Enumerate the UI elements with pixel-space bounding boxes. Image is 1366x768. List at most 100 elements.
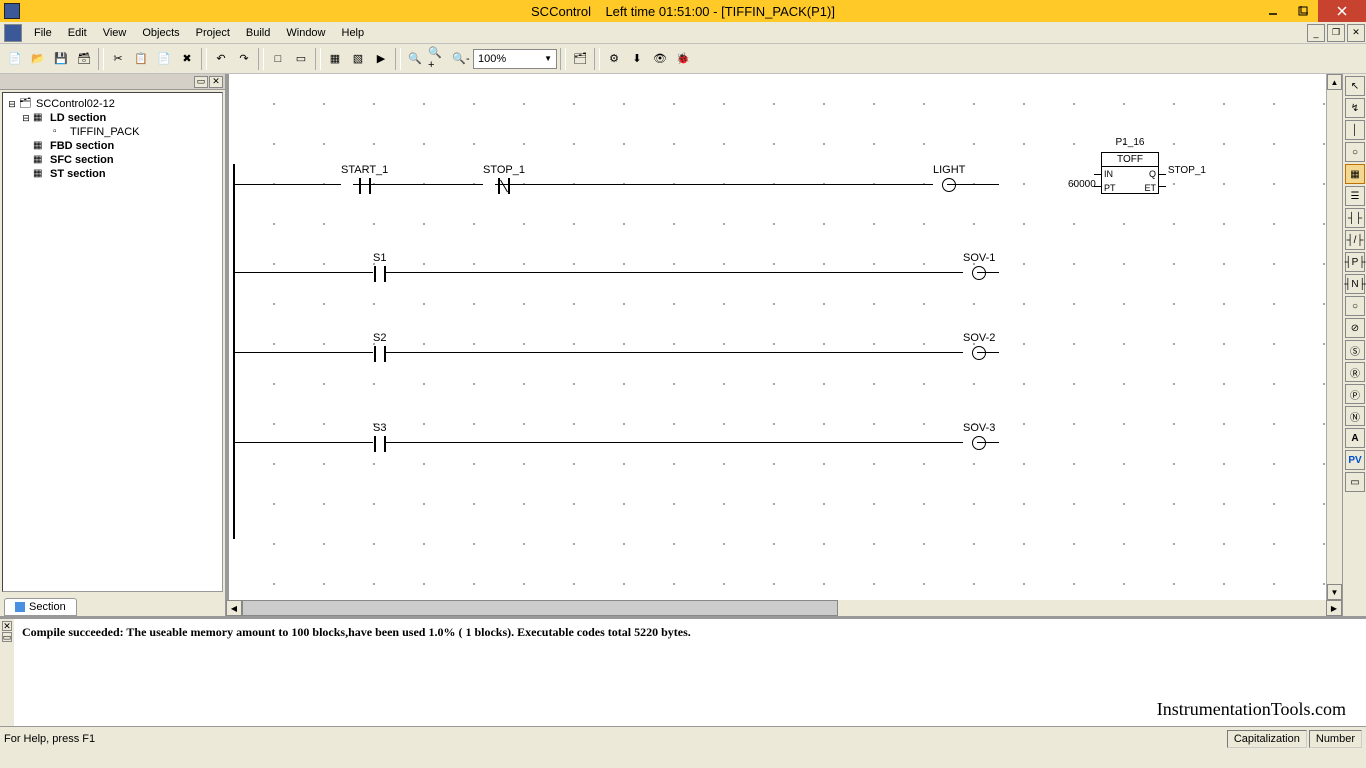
- contact-start-1[interactable]: START_1: [341, 164, 388, 194]
- ladder-diagram: START_1 STOP_1 LIGHT: [229, 74, 1319, 594]
- titlebar[interactable]: SCControl Left time 01:51:00 - [TIFFIN_P…: [0, 0, 1366, 22]
- coil-sov-3[interactable]: SOV-3: [963, 422, 995, 450]
- ladder-canvas[interactable]: START_1 STOP_1 LIGHT: [226, 74, 1326, 600]
- copy-button[interactable]: 📋: [130, 48, 152, 70]
- zone-button[interactable]: ▧: [347, 48, 369, 70]
- coil-sov-2[interactable]: SOV-2: [963, 332, 995, 360]
- menu-edit[interactable]: Edit: [60, 25, 95, 41]
- undo-button[interactable]: ↶: [210, 48, 232, 70]
- tree-ld-section[interactable]: ⊟▦LD section: [21, 111, 218, 125]
- run-button[interactable]: ▶: [370, 48, 392, 70]
- tool-box[interactable]: ▭: [1345, 472, 1365, 492]
- tool-contact-p[interactable]: ┤P├: [1345, 252, 1365, 272]
- saveall-button[interactable]: 🗃: [73, 48, 95, 70]
- menu-help[interactable]: Help: [334, 25, 373, 41]
- menu-view[interactable]: View: [95, 25, 135, 41]
- debug-button[interactable]: 🐞: [672, 48, 694, 70]
- tool-coil-p[interactable]: Ⓟ: [1345, 384, 1365, 404]
- title-text: SCControl Left time 01:51:00 - [TIFFIN_P…: [531, 4, 835, 19]
- statusbar: For Help, press F1 Capitalization Number: [0, 726, 1366, 750]
- output-pin-icon[interactable]: ▭: [2, 632, 12, 642]
- delete-button[interactable]: ✖: [176, 48, 198, 70]
- tool-coil-r[interactable]: ⊘: [1345, 318, 1365, 338]
- doc-icon: [4, 24, 22, 42]
- tool-coil-n[interactable]: Ⓝ: [1345, 406, 1365, 426]
- zoom-out-button[interactable]: 🔍-: [450, 48, 472, 70]
- rung-4-line: [234, 442, 373, 443]
- tool-text[interactable]: A: [1345, 428, 1365, 448]
- mdi-minimize-button[interactable]: _: [1307, 24, 1325, 42]
- contact-s3[interactable]: S3: [373, 422, 386, 452]
- build-button[interactable]: ⚙: [603, 48, 625, 70]
- cut-button[interactable]: ✂: [107, 48, 129, 70]
- download-button[interactable]: ⬇: [626, 48, 648, 70]
- output-close-icon[interactable]: ✕: [2, 621, 12, 631]
- tool-contact-no[interactable]: ┤├: [1345, 208, 1365, 228]
- coil-light[interactable]: LIGHT: [933, 164, 965, 192]
- tree-tab-section[interactable]: Section: [4, 598, 77, 616]
- tool-coil-o[interactable]: ○: [1345, 296, 1365, 316]
- minimize-button[interactable]: [1258, 0, 1288, 22]
- menubar: File Edit View Objects Project Build Win…: [0, 22, 1366, 44]
- rung-1-line-b: [353, 184, 483, 185]
- tree-close-icon[interactable]: ✕: [209, 76, 223, 88]
- coil-sov-1[interactable]: SOV-1: [963, 252, 995, 280]
- mdi-close-button[interactable]: ✕: [1347, 24, 1365, 42]
- tool-block[interactable]: ▦: [1345, 164, 1365, 184]
- contact-s2[interactable]: S2: [373, 332, 386, 362]
- tool-coil-s[interactable]: Ⓢ: [1345, 340, 1365, 360]
- save-button[interactable]: 💾: [50, 48, 72, 70]
- tree-st-section[interactable]: ▦ST section: [21, 167, 218, 181]
- tree-fbd-section[interactable]: ▦FBD section: [21, 139, 218, 153]
- func-b-button[interactable]: ▭: [290, 48, 312, 70]
- paste-button[interactable]: 📄: [153, 48, 175, 70]
- tree-root[interactable]: ⊟🗂SCControl02-12: [7, 97, 218, 111]
- new-button[interactable]: 📄: [4, 48, 26, 70]
- find-button[interactable]: 🔍: [404, 48, 426, 70]
- tree-pin-icon[interactable]: ▭: [194, 76, 208, 88]
- tree-sfc-section[interactable]: ▦SFC section: [21, 153, 218, 167]
- project-tree: ▭ ✕ ⊟🗂SCControl02-12 ⊟▦LD section ▫TIFFI…: [0, 74, 226, 616]
- mdi-restore-button[interactable]: ❐: [1327, 24, 1345, 42]
- watermark: InstrumentationTools.com: [1157, 699, 1346, 720]
- monitor-button[interactable]: 👁: [649, 48, 671, 70]
- tool-contact-n[interactable]: ┤N├: [1345, 274, 1365, 294]
- grid-button[interactable]: ▦: [324, 48, 346, 70]
- menu-project[interactable]: Project: [188, 25, 238, 41]
- menu-file[interactable]: File: [26, 25, 60, 41]
- zoom-dropdown[interactable]: 100%: [473, 49, 557, 69]
- canvas-hscroll[interactable]: ◀ ▶: [226, 600, 1342, 616]
- status-cap: Capitalization: [1227, 730, 1307, 748]
- output-gutter: ✕▭: [0, 619, 14, 726]
- func-a-button[interactable]: □: [267, 48, 289, 70]
- tree-tiffin-pack[interactable]: ▫TIFFIN_PACK: [41, 125, 218, 139]
- fblock-q-value: STOP_1: [1168, 165, 1206, 176]
- tool-contact-nc[interactable]: ┤/├: [1345, 230, 1365, 250]
- menu-build[interactable]: Build: [238, 25, 278, 41]
- contact-stop-1[interactable]: STOP_1: [483, 164, 525, 194]
- tool-select[interactable]: ↖: [1345, 76, 1365, 96]
- scroll-down-button[interactable]: ▼: [1327, 584, 1342, 600]
- redo-button[interactable]: ↷: [233, 48, 255, 70]
- tool-wire[interactable]: ↯: [1345, 98, 1365, 118]
- menu-objects[interactable]: Objects: [134, 25, 187, 41]
- tool-coil-rs[interactable]: Ⓡ: [1345, 362, 1365, 382]
- open-button[interactable]: 📂: [27, 48, 49, 70]
- zoom-in-button[interactable]: 🔍+: [427, 48, 449, 70]
- scroll-up-button[interactable]: ▲: [1327, 74, 1342, 90]
- scroll-right-button[interactable]: ▶: [1326, 600, 1342, 616]
- tool-branch[interactable]: ☰: [1345, 186, 1365, 206]
- contact-s1[interactable]: S1: [373, 252, 386, 282]
- tool-pv[interactable]: PV: [1345, 450, 1365, 470]
- scroll-left-button[interactable]: ◀: [226, 600, 242, 616]
- tool-vertical[interactable]: │: [1345, 120, 1365, 140]
- menu-window[interactable]: Window: [278, 25, 333, 41]
- function-block-toff[interactable]: P1_16 TOFF INQ PTET 60000 STOP_1: [1101, 152, 1159, 194]
- tool-coil[interactable]: ○: [1345, 142, 1365, 162]
- canvas-vscroll[interactable]: ▲ ▼: [1326, 74, 1342, 600]
- rung-1-line-d: [947, 184, 999, 185]
- status-num: Number: [1309, 730, 1362, 748]
- maximize-button[interactable]: [1288, 0, 1318, 22]
- close-button[interactable]: [1318, 0, 1366, 22]
- browser-button[interactable]: 🗂: [569, 48, 591, 70]
